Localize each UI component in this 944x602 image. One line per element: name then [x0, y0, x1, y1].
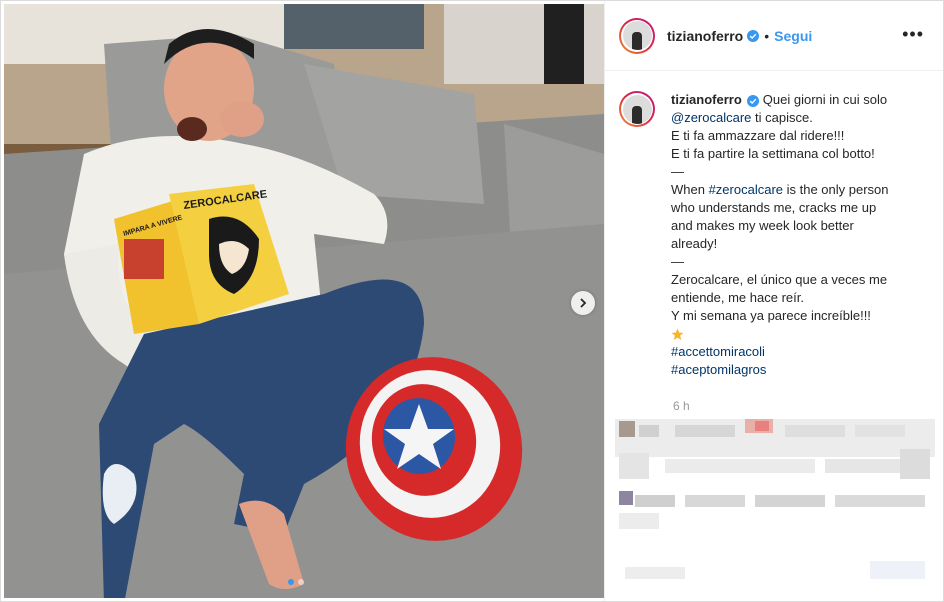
hashtag-link[interactable]: #zerocalcare — [709, 182, 783, 197]
caption-line: Zerocalcare, el único que a veces me — [671, 272, 888, 287]
carousel-indicator — [288, 579, 304, 585]
caption-line: ti capisce. — [751, 110, 813, 125]
caption-line: E ti fa ammazzare dal ridere!!! — [671, 128, 845, 143]
follow-button[interactable]: Segui — [774, 28, 812, 44]
caption-divider: — — [671, 254, 684, 269]
username-link[interactable]: tizianoferro — [667, 28, 743, 44]
caption-line: and makes my week look better — [671, 218, 854, 233]
post-modal: ZEROCALCARE IMPARA A VIVERE tizianoferro — [0, 0, 944, 602]
chevron-right-icon — [580, 298, 587, 308]
post-photo[interactable]: ZEROCALCARE IMPARA A VIVERE — [4, 4, 604, 598]
verified-badge-icon — [747, 29, 760, 42]
separator-dot: • — [764, 27, 770, 44]
caption-line: When — [671, 182, 709, 197]
caption-line: Y mi semana ya parece increíble!!! — [671, 308, 871, 323]
avatar[interactable] — [619, 17, 655, 54]
photo-illustration: ZEROCALCARE IMPARA A VIVERE — [4, 4, 604, 598]
post-caption: tizianoferro Quei giorni in cui solo @zer… — [619, 91, 934, 379]
caption-avatar[interactable] — [619, 91, 655, 127]
post-side-panel: tizianoferro • Segui ••• tizianoferro Que… — [604, 1, 943, 601]
verified-badge-icon — [746, 94, 759, 107]
caption-line: Quei giorni in cui solo — [762, 92, 888, 107]
post-header: tizianoferro • Segui ••• — [605, 1, 943, 71]
next-image-button[interactable] — [571, 291, 595, 315]
more-options-icon[interactable]: ••• — [902, 25, 924, 43]
carousel-dot-active — [288, 579, 294, 585]
caption-username[interactable]: tizianoferro — [671, 92, 742, 107]
hashtag-link[interactable]: #aceptomilagros — [671, 361, 921, 379]
caption-line: who understands me, cracks me up — [671, 200, 877, 215]
caption-divider: — — [671, 164, 684, 179]
mention-link[interactable]: @zerocalcare — [671, 110, 751, 125]
caption-line: E ti fa partire la settimana col botto! — [671, 146, 875, 161]
caption-text: tizianoferro Quei giorni in cui solo @zer… — [671, 91, 921, 379]
caption-line: entiende, me hace reír. — [671, 290, 804, 305]
hashtag-link[interactable]: #accettomiracoli — [671, 343, 921, 361]
star-emoji-icon — [671, 328, 684, 341]
caption-line: is the only person — [783, 182, 889, 197]
caption-line: already! — [671, 236, 718, 251]
post-timestamp[interactable]: 6 h — [673, 399, 690, 413]
carousel-dot — [298, 579, 304, 585]
